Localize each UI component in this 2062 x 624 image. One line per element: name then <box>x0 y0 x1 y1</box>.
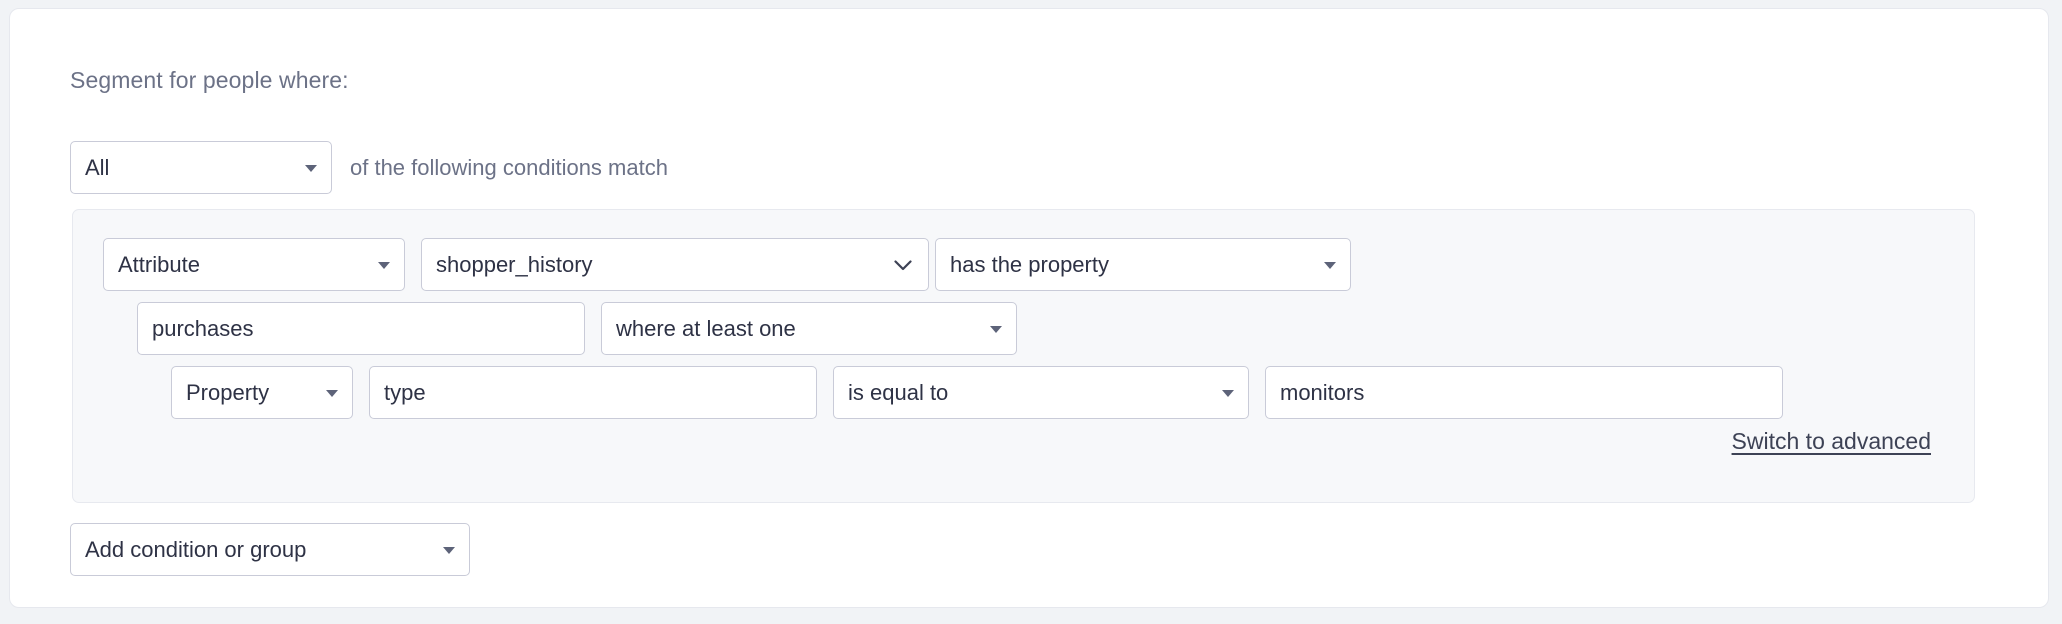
segment-builder-card: Segment for people where: All of the fol… <box>9 8 2049 608</box>
condition-kind-value: Attribute <box>118 251 200 277</box>
quantifier-select[interactable]: where at least one <box>601 302 1017 355</box>
quantifier-value: where at least one <box>616 315 796 341</box>
chevron-down-icon <box>894 259 912 271</box>
nested-kind-value: Property <box>186 379 270 405</box>
nested-kind-select[interactable]: Property <box>171 366 353 419</box>
attribute-name-value: shopper_history <box>436 251 593 277</box>
property-path-value: purchases <box>152 315 254 341</box>
caret-down-icon <box>378 261 390 269</box>
caret-down-icon <box>1222 389 1234 397</box>
match-scope-select[interactable]: All <box>70 141 332 194</box>
add-condition-or-group-label: Add condition or group <box>85 536 307 562</box>
match-scope-value: All <box>85 154 110 180</box>
caret-down-icon <box>990 325 1002 333</box>
nested-comparator-select[interactable]: is equal to <box>833 366 1249 419</box>
property-path-input[interactable]: purchases <box>137 302 585 355</box>
attribute-operator-select[interactable]: has the property <box>935 238 1351 291</box>
add-condition-or-group-select[interactable]: Add condition or group <box>70 523 470 576</box>
attribute-name-select[interactable]: shopper_history <box>421 238 929 291</box>
page-title: Segment for people where: <box>70 67 349 93</box>
nested-value-input[interactable]: monitors <box>1265 366 1783 419</box>
nested-value-text: monitors <box>1280 379 1365 405</box>
match-scope-label: of the following conditions match <box>350 155 668 180</box>
condition-kind-select[interactable]: Attribute <box>103 238 405 291</box>
caret-down-icon <box>1324 261 1336 269</box>
caret-down-icon <box>326 389 338 397</box>
nested-property-value: type <box>384 379 426 405</box>
condition-group-panel: Attribute shopper_history has the proper… <box>72 209 1975 503</box>
switch-to-advanced-link[interactable]: Switch to advanced <box>1732 427 1931 455</box>
nested-property-input[interactable]: type <box>369 366 817 419</box>
caret-down-icon <box>443 546 455 554</box>
attribute-operator-value: has the property <box>950 251 1109 277</box>
nested-comparator-value: is equal to <box>848 379 949 405</box>
caret-down-icon <box>305 164 317 172</box>
